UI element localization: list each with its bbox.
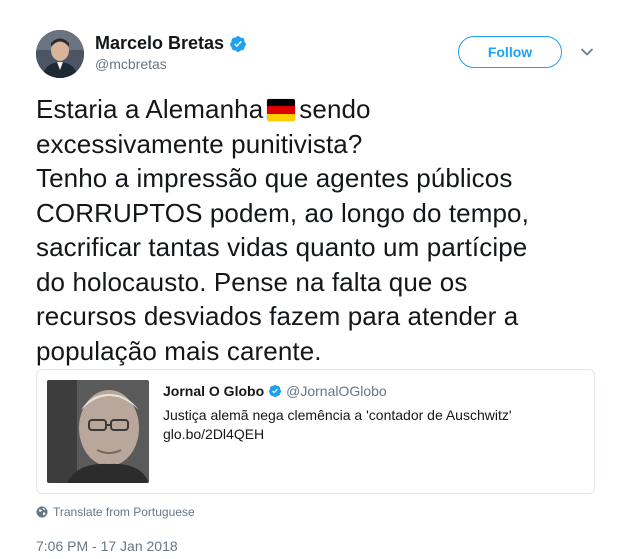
germany-flag-emoji <box>267 99 296 121</box>
quoted-tweet-link[interactable]: glo.bo/2Dl4QEH <box>163 426 264 442</box>
quoted-tweet-text: Justiça alemã nega clemência a 'contador… <box>163 407 512 423</box>
follow-button[interactable]: Follow <box>458 36 562 68</box>
verified-badge-icon <box>268 384 282 398</box>
quoted-tweet-image <box>47 380 149 483</box>
tweet-timestamp[interactable]: 7:06 PM - 17 Jan 2018 <box>36 538 178 554</box>
author-name-text[interactable]: Marcelo Bretas <box>95 33 224 54</box>
quoted-tweet-card[interactable]: Jornal O Globo @JornalOGlobo Justiça ale… <box>36 369 595 494</box>
verified-badge-icon <box>230 35 246 52</box>
author-name[interactable]: Marcelo Bretas <box>95 33 247 54</box>
author-avatar[interactable] <box>36 30 84 78</box>
tweet-text-line1-end: sendo <box>299 94 371 124</box>
tweet-text-line1-start: Estaria a Alemanha <box>36 94 264 124</box>
translate-label[interactable]: Translate from Portuguese <box>53 505 195 519</box>
author-handle[interactable]: @mcbretas <box>95 56 167 72</box>
chevron-down-icon[interactable] <box>580 45 594 59</box>
quoted-tweet-header: Jornal O Globo @JornalOGlobo <box>163 383 387 399</box>
globe-icon <box>36 506 48 518</box>
tweet-text: Estaria a Alemanha sendo excessivamente p… <box>36 92 606 368</box>
quoted-author-name[interactable]: Jornal O Globo <box>163 383 264 399</box>
tweet-text-body: excessivamente punitivista? Tenho a impr… <box>36 128 529 366</box>
quoted-author-handle[interactable]: @JornalOGlobo <box>286 383 387 399</box>
translate-link[interactable]: Translate from Portuguese <box>36 505 195 519</box>
